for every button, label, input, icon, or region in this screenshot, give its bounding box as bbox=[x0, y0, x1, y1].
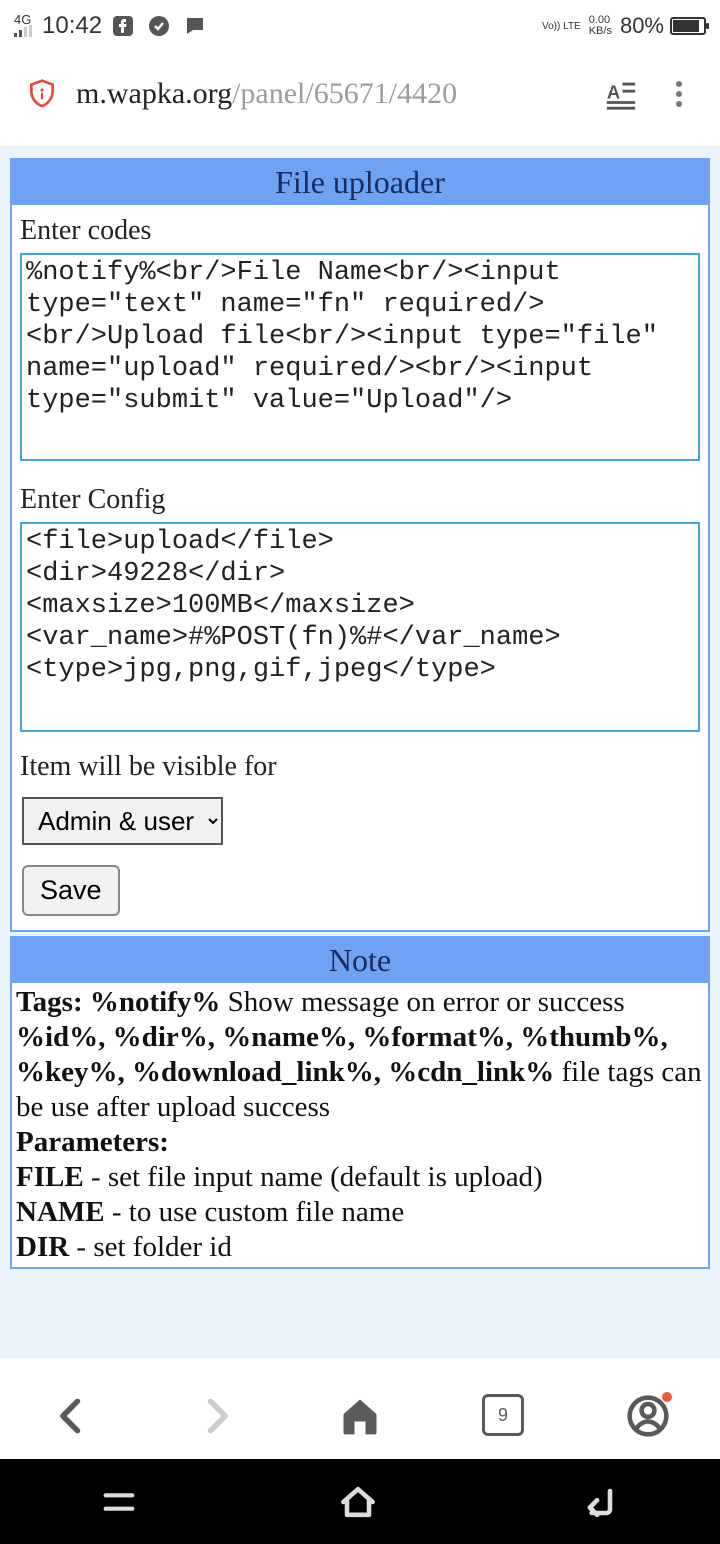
tab-count: 9 bbox=[482, 1394, 524, 1436]
android-status-bar: 4G 10:42 Vo)) LTE 0.00 KB/s 80% bbox=[0, 0, 720, 48]
status-time: 10:42 bbox=[42, 12, 102, 40]
note-body: Tags: %notify% Show message on error or … bbox=[12, 983, 708, 1267]
panel-title: File uploader bbox=[12, 160, 708, 205]
note-p-dir: - set folder id bbox=[69, 1231, 232, 1263]
speed-unit: KB/s bbox=[589, 26, 612, 37]
security-shield-icon[interactable] bbox=[26, 78, 58, 110]
note-p-name: - to use custom file name bbox=[105, 1196, 405, 1228]
visibility-select[interactable]: Admin & user bbox=[22, 797, 223, 845]
volte-label: Vo)) LTE bbox=[542, 21, 581, 32]
home-button[interactable] bbox=[338, 1394, 382, 1438]
url-path: /panel/65671/4420 bbox=[232, 77, 457, 110]
battery-percent: 80% bbox=[620, 13, 664, 39]
note-panel: Note Tags: %notify% Show message on erro… bbox=[10, 936, 710, 1269]
forward-button[interactable] bbox=[194, 1394, 238, 1438]
svg-text:A: A bbox=[607, 81, 620, 102]
tabs-button[interactable]: 9 bbox=[482, 1394, 526, 1438]
status-left: 4G 10:42 bbox=[14, 12, 208, 40]
browser-menu-button[interactable] bbox=[664, 79, 694, 109]
battery-icon bbox=[670, 17, 706, 35]
back-button[interactable] bbox=[50, 1394, 94, 1438]
browser-address-bar: m.wapka.org/panel/65671/4420 A bbox=[0, 48, 720, 148]
system-home-button[interactable] bbox=[336, 1480, 380, 1524]
note-title: Note bbox=[12, 938, 708, 983]
android-system-nav bbox=[0, 1459, 720, 1544]
codes-label: Enter codes bbox=[20, 215, 700, 247]
battery-indicator: 80% bbox=[620, 13, 706, 39]
note-p-name-b: NAME bbox=[16, 1196, 105, 1228]
volte-indicator: Vo)) LTE bbox=[542, 21, 581, 32]
visibility-label: Item will be visible for bbox=[20, 751, 700, 783]
network-label: 4G bbox=[14, 15, 31, 25]
note-tags-desc: Show message on error or success bbox=[220, 986, 624, 1018]
recent-apps-button[interactable] bbox=[99, 1482, 139, 1522]
file-uploader-panel: File uploader Enter codes Enter Config I… bbox=[10, 158, 710, 932]
config-label: Enter Config bbox=[20, 484, 700, 516]
codes-textarea[interactable] bbox=[20, 253, 700, 461]
signal-bars-icon bbox=[14, 25, 34, 37]
account-button[interactable] bbox=[626, 1394, 670, 1438]
browser-bottom-nav: 9 bbox=[0, 1373, 720, 1459]
config-textarea[interactable] bbox=[20, 522, 700, 732]
data-speed: 0.00 KB/s bbox=[589, 15, 612, 37]
checkmark-circle-icon bbox=[146, 13, 172, 39]
status-notification-icons bbox=[110, 13, 208, 39]
note-p-dir-b: DIR bbox=[16, 1231, 69, 1263]
panel-body: Enter codes Enter Config Item will be vi… bbox=[12, 205, 708, 930]
facebook-icon bbox=[110, 13, 136, 39]
note-tags-bold: Tags: %notify% bbox=[16, 986, 220, 1018]
save-button[interactable]: Save bbox=[22, 865, 120, 916]
url-host: m.wapka.org bbox=[76, 77, 232, 110]
status-right: Vo)) LTE 0.00 KB/s 80% bbox=[542, 13, 706, 39]
url-display[interactable]: m.wapka.org/panel/65671/4420 bbox=[76, 77, 586, 111]
reader-mode-icon[interactable]: A bbox=[604, 77, 638, 111]
notification-dot-icon bbox=[662, 1392, 672, 1402]
page-content: File uploader Enter codes Enter Config I… bbox=[0, 148, 720, 1358]
system-back-button[interactable] bbox=[577, 1480, 621, 1524]
note-p-file: - set file input name (default is upload… bbox=[84, 1161, 543, 1193]
note-parameters-label: Parameters: bbox=[16, 1126, 169, 1158]
note-p-file-b: FILE bbox=[16, 1161, 84, 1193]
chat-bubble-icon bbox=[182, 13, 208, 39]
network-indicator: 4G bbox=[14, 15, 34, 37]
